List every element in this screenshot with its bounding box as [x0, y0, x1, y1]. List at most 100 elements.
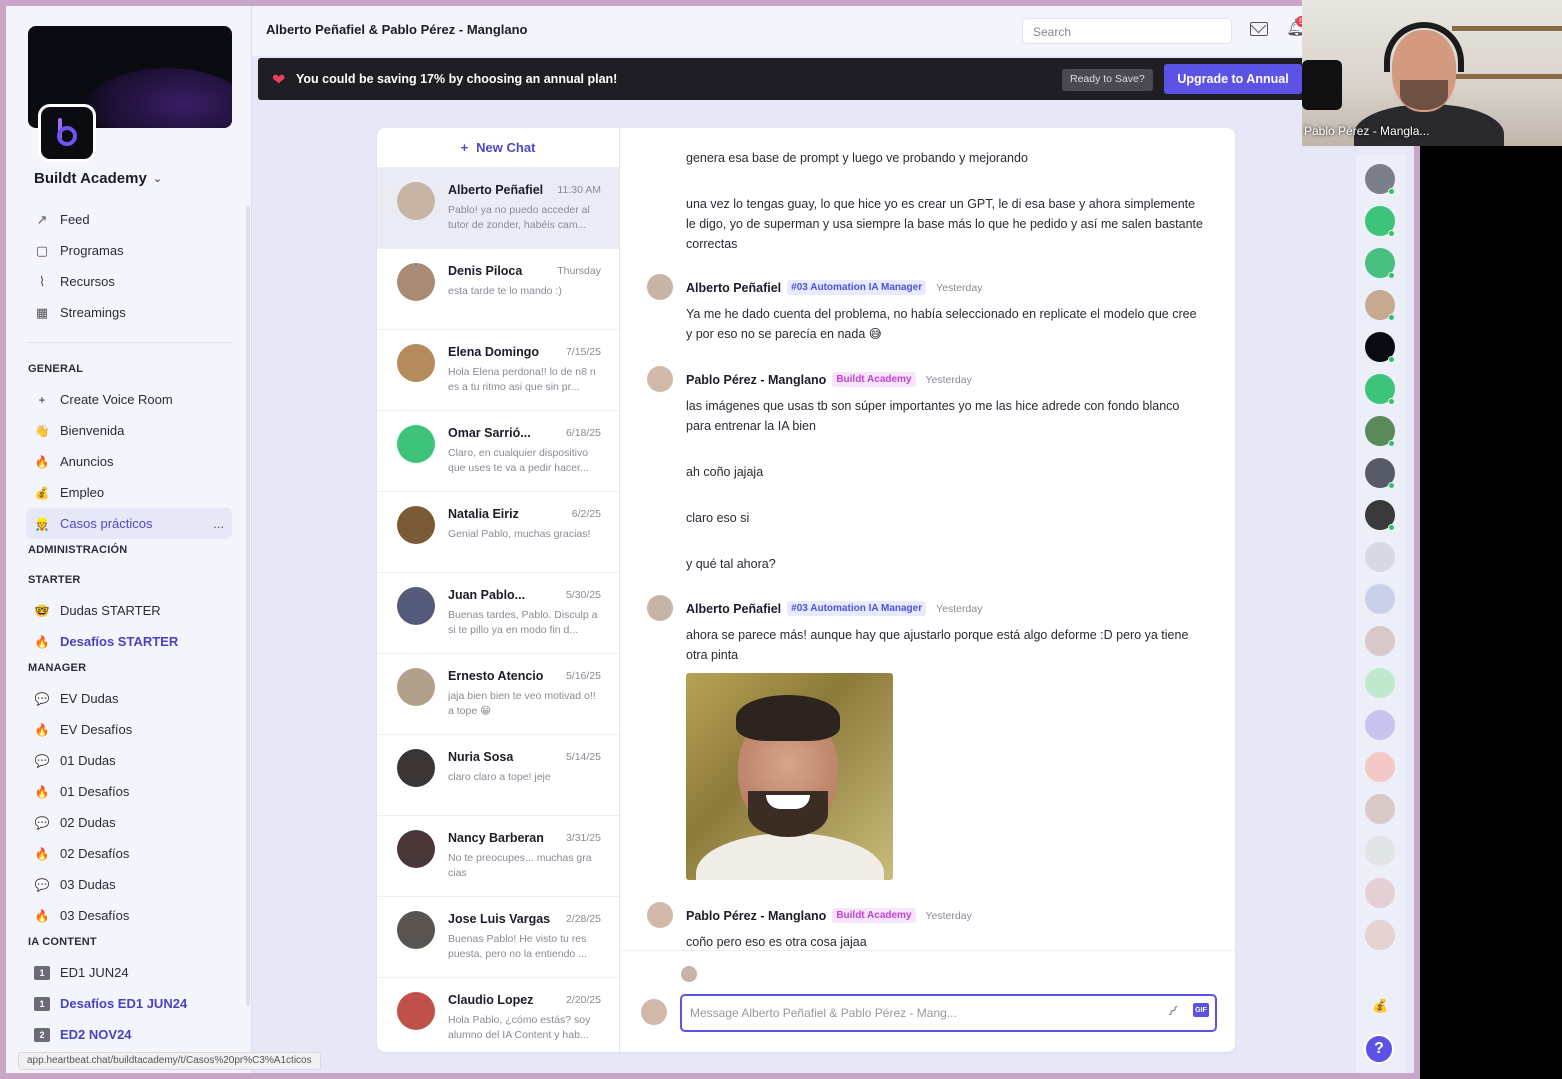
channel-icon: 1: [34, 965, 50, 980]
search-input[interactable]: Search: [1022, 18, 1232, 44]
channel-icon: 👷: [34, 516, 50, 531]
channel-icon: 🔥: [34, 846, 50, 861]
upgrade-button[interactable]: Upgrade to Annual: [1164, 64, 1302, 94]
mail-icon[interactable]: [1250, 22, 1268, 36]
channel-label: Bienvenida: [60, 423, 125, 438]
channel-item[interactable]: 💬 03 Dudas: [26, 869, 232, 900]
member-avatar[interactable]: [1365, 542, 1395, 572]
nav-item-recursos[interactable]: ⌇ Recursos: [26, 266, 232, 297]
dm-preview: Genial Pablo, muchas gracias!: [448, 528, 591, 540]
message-text: ahora se parece más! aunque hay que ajus…: [686, 628, 1189, 662]
avatar[interactable]: [647, 366, 673, 392]
dm-item[interactable]: Ernesto Atencio 5/16/25 jaja bien bien te …: [377, 654, 619, 735]
new-chat-button[interactable]: + New Chat: [377, 128, 619, 168]
section-title[interactable]: GENERAL: [26, 358, 232, 384]
channel-label: EV Desafíos: [60, 722, 133, 737]
channel-item[interactable]: 🔥 Anuncios: [26, 446, 232, 477]
channel-item[interactable]: 🤓 Dudas STARTER: [26, 595, 232, 626]
role-tag: Buildt Academy: [832, 372, 916, 387]
avatar: [397, 182, 435, 220]
dm-item[interactable]: Nuria Sosa 5/14/25 claro claro a tope! jej…: [377, 735, 619, 816]
channel-item[interactable]: 1 Desafíos ED1 JUN24: [26, 988, 232, 1019]
dm-item[interactable]: Denis Piloca Thursday esta tarde te lo man…: [377, 249, 619, 330]
channel-sections: GENERAL + Create Voice Room 👋 Bienvenida 🔥 Anu…: [26, 358, 232, 1050]
channel-item[interactable]: 💬 01 Dudas: [26, 745, 232, 776]
channel-item[interactable]: 🔥 Desafíos STARTER: [26, 626, 232, 657]
channel-label: Empleo: [60, 485, 105, 500]
more-options-icon[interactable]: ...: [213, 516, 224, 531]
gif-icon[interactable]: GIF: [1193, 1003, 1209, 1017]
member-avatar[interactable]: [1365, 584, 1395, 614]
member-avatar[interactable]: [1365, 836, 1395, 866]
dm-item[interactable]: Juan Pablo... 5/30/25 Buenas tardes, Pablo…: [377, 573, 619, 654]
dm-item[interactable]: Jose Luis Vargas 2/28/25 Buenas Pablo! He …: [377, 897, 619, 978]
ready-to-save-button[interactable]: Ready to Save?: [1062, 69, 1153, 91]
message-author[interactable]: Pablo Pérez - Manglano: [686, 373, 826, 387]
avatar[interactable]: [647, 902, 673, 928]
message-time: Yesterday: [936, 281, 983, 294]
nav-item-feed[interactable]: ↗ Feed: [26, 204, 232, 235]
channel-icon: 💬: [34, 815, 50, 830]
channel-item[interactable]: 💬 02 Dudas: [26, 807, 232, 838]
dm-item[interactable]: Natalia Eiriz 6/2/25 Genial Pablo, muchas …: [377, 492, 619, 573]
sidebar-scrollbar[interactable]: [246, 206, 250, 1006]
member-avatar[interactable]: [1365, 920, 1395, 950]
channel-item[interactable]: 🔥 01 Desafíos: [26, 776, 232, 807]
member-avatar[interactable]: [1365, 710, 1395, 740]
book-icon: ▢: [35, 242, 49, 258]
channel-item[interactable]: 🔥 02 Desafíos: [26, 838, 232, 869]
channel-item[interactable]: 2 ED2 NOV24: [26, 1019, 232, 1050]
dm-item[interactable]: Alberto Peñafiel 11:30 AM Pablo! ya no pue…: [377, 168, 619, 249]
money-bag-icon[interactable]: 💰: [1372, 998, 1388, 1014]
new-chat-label: New Chat: [476, 140, 536, 155]
dm-preview: Hola Pablo, ¿cómo estás? soy alumno del …: [448, 1014, 591, 1041]
message-author[interactable]: Pablo Pérez - Manglano: [686, 909, 826, 923]
section-title[interactable]: MANAGER: [26, 657, 232, 683]
channel-item[interactable]: + Create Voice Room: [26, 384, 232, 415]
dm-item[interactable]: Claudio Lopez 2/20/25 Hola Pablo, ¿cómo es…: [377, 978, 619, 1052]
dm-time: 6/18/25: [565, 427, 601, 439]
nav-item-streamings[interactable]: ▦ Streamings: [26, 297, 232, 328]
member-avatar[interactable]: [1365, 752, 1395, 782]
dm-preview: esta tarde te lo mando :): [448, 285, 562, 297]
member-avatar[interactable]: [1365, 794, 1395, 824]
attached-image[interactable]: [686, 673, 893, 880]
dm-time: 5/14/25: [565, 751, 601, 763]
message-author[interactable]: Alberto Peñafiel: [686, 602, 781, 616]
dm-time: 11:30 AM: [557, 184, 601, 196]
section-title[interactable]: IA CONTENT: [26, 931, 232, 957]
avatar[interactable]: [647, 274, 673, 300]
member-avatar[interactable]: [1365, 668, 1395, 698]
section-title[interactable]: STARTER: [26, 569, 232, 595]
channel-item[interactable]: 💰 Empleo: [26, 477, 232, 508]
nav-label: Recursos: [60, 274, 115, 289]
member-avatar[interactable]: [1365, 878, 1395, 908]
channel-icon: 🔥: [34, 454, 50, 469]
channel-label: Desafíos ED1 JUN24: [60, 996, 188, 1011]
channel-icon: 💬: [34, 753, 50, 768]
message-input[interactable]: Message Alberto Peñafiel & Pablo Pérez -…: [680, 994, 1217, 1032]
avatar[interactable]: [647, 595, 673, 621]
dm-preview: Buenas Pablo! He visto tu res puesta, pe…: [448, 933, 587, 960]
dm-item[interactable]: Nancy Barberan 3/31/25 No te preocupes... …: [377, 816, 619, 897]
channel-item[interactable]: 🔥 EV Desafíos: [26, 714, 232, 745]
dm-item[interactable]: Elena Domingo 7/15/25 Hola Elena perdona!!…: [377, 330, 619, 411]
nav-item-programas[interactable]: ▢ Programas: [26, 235, 232, 266]
dm-item[interactable]: Omar Sarrió... 6/18/25 Claro, en cualquier…: [377, 411, 619, 492]
avatar: [397, 344, 435, 382]
channel-item[interactable]: 💬 EV Dudas: [26, 683, 232, 714]
heart-icon: ❤: [272, 72, 286, 89]
message-author[interactable]: Alberto Peñafiel: [686, 281, 781, 295]
section-title[interactable]: ADMINISTRACIÓN: [26, 539, 232, 565]
channel-label: 01 Desafíos: [60, 784, 130, 799]
channel-item[interactable]: 👷 Casos prácticos...: [26, 508, 232, 539]
status-url: app.heartbeat.chat/buildtacademy/t/Casos…: [18, 1052, 321, 1070]
channel-item[interactable]: 1 ED1 JUN24: [26, 957, 232, 988]
member-avatar[interactable]: [1365, 626, 1395, 656]
channel-label: 03 Desafíos: [60, 908, 130, 923]
community-logo[interactable]: [38, 104, 96, 162]
help-icon[interactable]: ?: [1364, 1034, 1394, 1064]
channel-item[interactable]: 👋 Bienvenida: [26, 415, 232, 446]
community-switcher[interactable]: Buildt Academy ⌄: [34, 170, 162, 187]
channel-item[interactable]: 🔥 03 Desafíos: [26, 900, 232, 931]
